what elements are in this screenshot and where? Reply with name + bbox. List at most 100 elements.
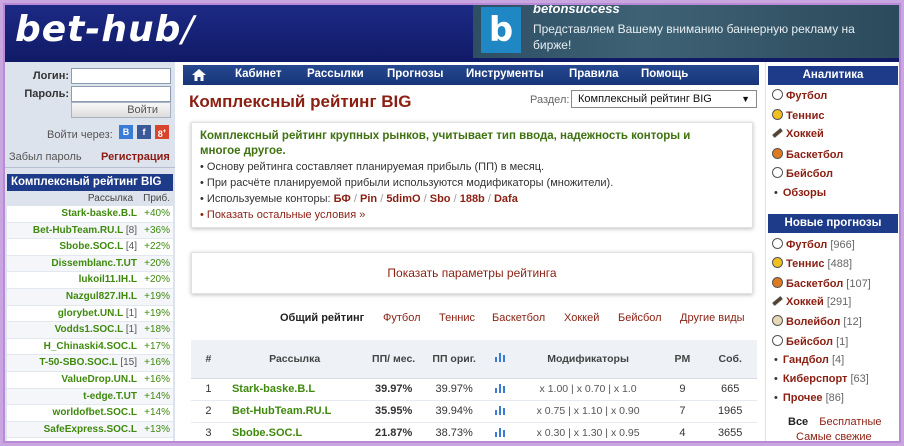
forecast-item[interactable]: • Прочее [86] bbox=[772, 392, 844, 404]
bar-chart-icon[interactable] bbox=[494, 405, 505, 415]
rating-item-name: Dissemblanc.T.UT bbox=[51, 256, 137, 273]
col-events[interactable]: Соб. bbox=[703, 340, 757, 379]
rating-list-item[interactable]: Stark-baske.B.L +40% bbox=[7, 206, 173, 223]
filter-all[interactable]: Все bbox=[788, 416, 808, 428]
forecast-item[interactable]: Футбол [966] bbox=[772, 238, 855, 251]
facebook-login-icon[interactable]: f bbox=[137, 125, 151, 139]
table-row[interactable]: 3 Sbobe.SOC.L 21.87% 38.73% x 0.30 | x 1.30 … bbox=[191, 422, 757, 441]
new-forecasts-title: Новые прогнозы bbox=[768, 214, 898, 233]
col-pp-orig[interactable]: ПП ориг. bbox=[423, 340, 485, 379]
analytics-item[interactable]: Бейсбол bbox=[772, 167, 833, 180]
mailru-login-icon[interactable]: B bbox=[119, 125, 133, 139]
forecast-item-count: [107] bbox=[846, 277, 871, 290]
forecast-item[interactable]: Хоккей [291] bbox=[772, 295, 851, 308]
section-select[interactable]: Комплексный рейтинг BIG ▼ bbox=[571, 90, 757, 108]
chevron-down-icon: ▼ bbox=[741, 94, 750, 104]
rating-list-item[interactable]: Nazgul827.IH.L +19% bbox=[7, 288, 173, 306]
rating-item-count: [1] bbox=[125, 324, 137, 336]
rating-item-profit: +14% bbox=[144, 390, 170, 402]
rating-list-item[interactable]: Dissemblanc.T.UT +20% bbox=[7, 255, 173, 273]
rating-list-item[interactable]: lukoil11.IH.L +20% bbox=[7, 272, 173, 289]
rating-list-item[interactable]: H_Chinaski4.SOC.L +17% bbox=[7, 338, 173, 356]
row-chart[interactable] bbox=[484, 378, 515, 401]
bookmaker-link[interactable]: Sbo bbox=[430, 193, 451, 205]
forecast-item-count: [12] bbox=[843, 316, 862, 329]
rating-widget-title[interactable]: Комплексный рейтинг BIG bbox=[7, 174, 173, 191]
rating-item-name: Extra_money.SOC.L bbox=[42, 438, 137, 441]
row-chart[interactable] bbox=[484, 400, 515, 423]
tab-overall[interactable]: Общий рейтинг bbox=[280, 312, 364, 324]
col-pm[interactable]: PM bbox=[661, 340, 704, 379]
nav-cabinet[interactable]: Кабинет bbox=[235, 68, 282, 80]
col-pp-month[interactable]: ПП/ мес. bbox=[363, 340, 424, 379]
rating-bullet-1: • Основу рейтинга составляет планируемая… bbox=[200, 161, 545, 173]
nav-tools[interactable]: Инструменты bbox=[466, 68, 544, 80]
home-icon[interactable] bbox=[191, 67, 207, 83]
show-more-conditions-link[interactable]: • Показать остальные условия » bbox=[200, 207, 744, 223]
bar-chart-icon[interactable] bbox=[494, 427, 505, 437]
forecast-item[interactable]: Бейсбол [1] bbox=[772, 334, 848, 348]
nav-rules[interactable]: Правила bbox=[569, 68, 619, 80]
rating-list-item[interactable]: worldofbet.SOC.L +14% bbox=[7, 405, 173, 422]
bookmaker-link[interactable]: 188b bbox=[460, 193, 485, 205]
bookmaker-link[interactable]: БФ bbox=[334, 193, 351, 205]
rating-list-item[interactable]: T-50-SBO.SOC.L [15] +16% bbox=[7, 355, 173, 372]
nav-forecasts[interactable]: Прогнозы bbox=[387, 68, 443, 80]
analytics-item[interactable]: • Обзоры bbox=[772, 187, 826, 199]
analytics-item-label: Обзоры bbox=[782, 186, 827, 199]
forecast-item[interactable]: • Киберспорт [63] bbox=[772, 373, 869, 385]
rating-list-item[interactable]: glorybet.UN.L [1] +19% bbox=[7, 305, 173, 323]
nav-help[interactable]: Помощь bbox=[641, 68, 688, 80]
googleplus-login-icon[interactable]: 8+ bbox=[155, 125, 169, 139]
col-subscription[interactable]: Рассылка bbox=[225, 340, 364, 379]
tab-tennis[interactable]: Теннис bbox=[439, 312, 475, 324]
rating-item-name: Bet-HubTeam.RU.L [8] bbox=[33, 223, 137, 240]
forecast-item[interactable]: • Гандбол [4] bbox=[772, 354, 844, 366]
show-rating-params-button[interactable]: Показать параметры рейтинга bbox=[191, 252, 753, 294]
register-link[interactable]: Регистрация bbox=[101, 151, 170, 163]
forecast-item[interactable]: Волейбол [12] bbox=[772, 315, 862, 328]
analytics-item[interactable]: Футбол bbox=[772, 89, 827, 102]
rating-list-item[interactable]: Vodds1.SOC.L [1] +18% bbox=[7, 322, 173, 339]
rating-item-profit: +22% bbox=[144, 241, 170, 253]
enter-button[interactable]: Войти bbox=[71, 102, 171, 118]
forecast-item[interactable]: Теннис [488] bbox=[772, 257, 852, 270]
analytics-item[interactable]: Баскетбол bbox=[772, 147, 843, 161]
analytics-item[interactable]: Хоккей bbox=[772, 127, 824, 140]
rating-list-item[interactable]: t-edge.T.UT +14% bbox=[7, 388, 173, 406]
tab-other[interactable]: Другие виды bbox=[680, 312, 745, 324]
login-input[interactable] bbox=[71, 68, 171, 84]
bookmaker-link[interactable]: Pin bbox=[360, 193, 377, 205]
bar-chart-icon bbox=[494, 352, 505, 363]
basketball-icon bbox=[772, 276, 783, 288]
bookmaker-link[interactable]: 5dimO bbox=[386, 193, 420, 205]
table-row[interactable]: 1 Stark-baske.B.L 39.97% 39.97% x 1.00 | x 0… bbox=[191, 378, 757, 401]
filter-fresh[interactable]: Самые свежие bbox=[796, 431, 872, 441]
tennis-icon bbox=[772, 257, 783, 269]
analytics-item[interactable]: Теннис bbox=[772, 108, 824, 122]
tab-hockey[interactable]: Хоккей bbox=[564, 312, 599, 324]
row-chart[interactable] bbox=[484, 422, 515, 441]
table-row[interactable]: 2 Bet-HubTeam.RU.L 35.95% 39.94% x 0.75 | x … bbox=[191, 400, 757, 423]
filter-free[interactable]: Бесплатные bbox=[819, 416, 881, 428]
forgot-password-link[interactable]: Забыл пароль bbox=[9, 151, 82, 163]
site-logo[interactable]: bet-hub/ bbox=[15, 9, 195, 50]
tab-football[interactable]: Футбол bbox=[383, 312, 421, 324]
forecast-item-label: Бейсбол bbox=[786, 335, 833, 348]
tab-baseball[interactable]: Бейсбол bbox=[618, 312, 662, 324]
password-input[interactable] bbox=[71, 86, 171, 102]
row-subscription[interactable]: Stark-baske.B.L bbox=[225, 378, 364, 401]
forecast-item[interactable]: Баскетбол [107] bbox=[772, 276, 871, 290]
rating-list-item[interactable]: Bet-HubTeam.RU.L [8] +36% bbox=[7, 222, 173, 240]
bar-chart-icon[interactable] bbox=[494, 383, 505, 393]
rating-list-item[interactable]: ValueDrop.UN.L +16% bbox=[7, 371, 173, 389]
nav-subscriptions[interactable]: Рассылки bbox=[307, 68, 364, 80]
rating-list-item[interactable]: SafeExpress.SOC.L +13% bbox=[7, 421, 173, 439]
bookmaker-link[interactable]: Dafa bbox=[494, 193, 518, 205]
rating-list-item[interactable]: Extra_money.SOC.L +12% bbox=[7, 438, 173, 441]
ad-banner[interactable]: b betonsuccess Представляем Вашему внима… bbox=[473, 5, 899, 58]
rating-list-item[interactable]: Sbobe.SOC.L [4] +22% bbox=[7, 239, 173, 256]
row-subscription[interactable]: Sbobe.SOC.L bbox=[225, 422, 364, 441]
row-subscription[interactable]: Bet-HubTeam.RU.L bbox=[225, 400, 364, 423]
tab-basketball[interactable]: Баскетбол bbox=[492, 312, 545, 324]
